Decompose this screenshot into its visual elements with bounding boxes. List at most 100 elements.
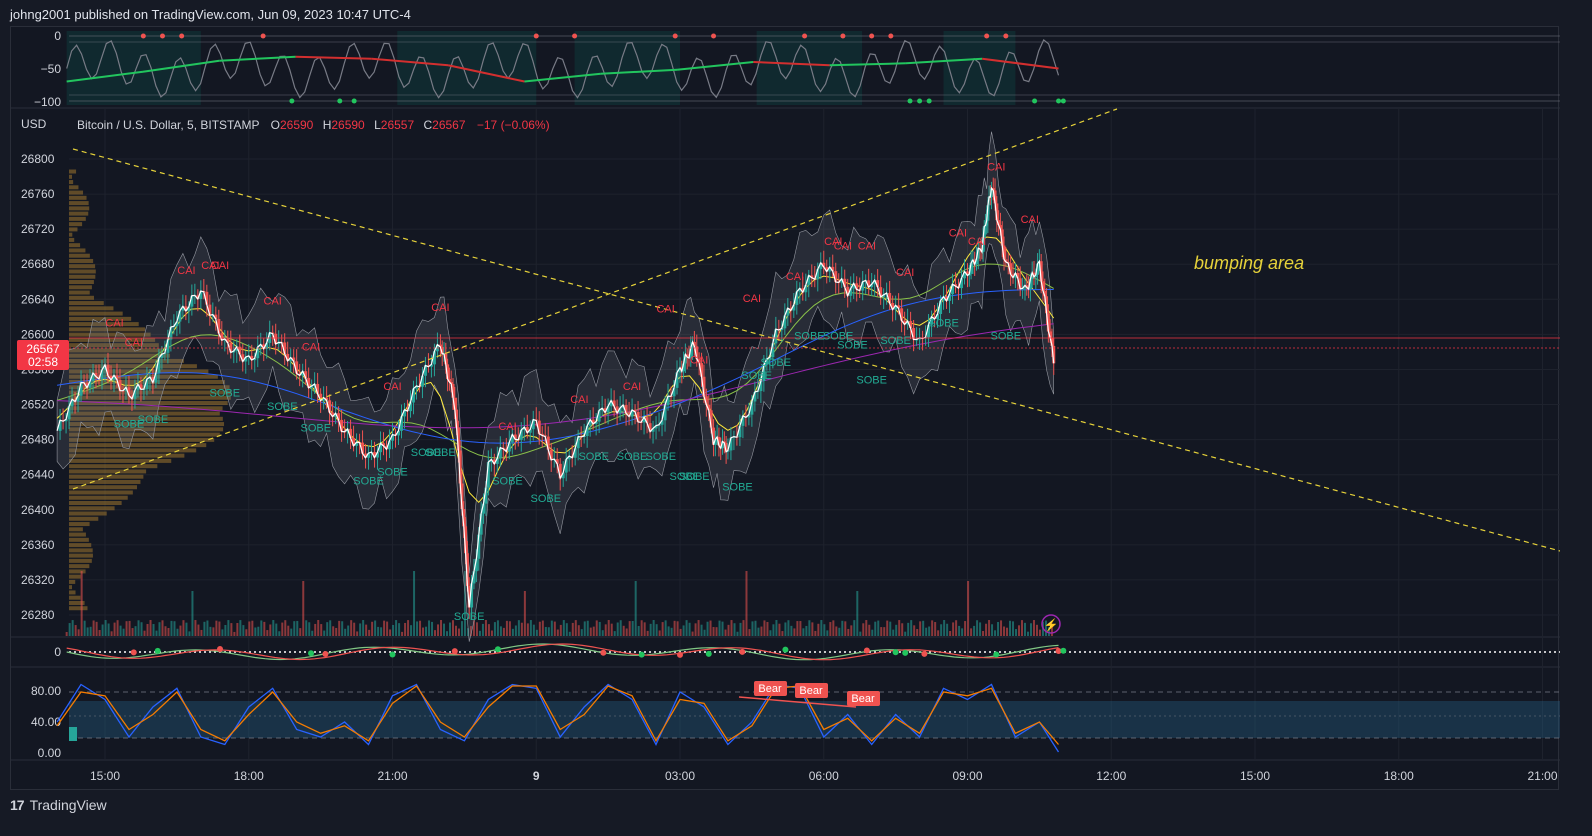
volume-bar: [74, 625, 77, 636]
osc-bottom-dot: [917, 98, 923, 104]
volume-profile-bar: [69, 495, 128, 500]
volume-bar: [715, 627, 718, 636]
volume-bar: [266, 630, 269, 636]
macd-cross-dot: [600, 649, 607, 656]
volume-bar: [835, 626, 838, 636]
volume-bar: [230, 623, 233, 636]
volume-bar: [928, 626, 931, 636]
volume-bar: [568, 631, 571, 636]
price-y-axis[interactable]: 2680026760267202668026640266002656026520…: [21, 152, 55, 622]
time-tick-label: 06:00: [809, 769, 839, 783]
volume-bar: [499, 626, 502, 636]
volume-bar: [1003, 626, 1006, 636]
volume-bar: [589, 627, 592, 636]
volume-bar: [982, 631, 985, 636]
volume-bar: [910, 620, 913, 636]
osc-top-dot: [533, 33, 539, 39]
volume-bar: [865, 620, 868, 636]
volume-bar: [431, 621, 434, 636]
osc-top-dot: [840, 33, 846, 39]
volume-bar: [209, 626, 212, 636]
macd-panel: 0: [54, 643, 1560, 661]
volume-profile-bar: [69, 269, 96, 274]
volume-bar: [598, 621, 601, 636]
volume-profile-bar: [69, 537, 89, 542]
volume-profile-bar: [69, 211, 89, 216]
cai-label: CAI: [125, 337, 143, 349]
volume-profile-bar: [69, 469, 147, 474]
cai-label: CAI: [211, 260, 229, 272]
volume-bar: [164, 626, 167, 636]
volume-bar: [592, 626, 595, 636]
volume-bar: [847, 628, 850, 636]
ohlc-h-label: H: [323, 118, 332, 132]
legend-line: Bitcoin / U.S. Dollar, 5, BITSTAMP O2659…: [77, 118, 550, 132]
volume-bar: [760, 626, 763, 636]
osc-top-dot: [888, 33, 894, 39]
volume-bar: [317, 620, 320, 636]
volume-bar: [781, 631, 784, 636]
macd-cross-dot: [921, 650, 928, 657]
tradingview-logo-icon: 17: [10, 797, 25, 813]
volume-bar: [628, 621, 631, 636]
price-tick-label: 26280: [21, 608, 55, 622]
ohlc-l: 26557: [381, 118, 415, 132]
time-tick-label: 12:00: [1096, 769, 1126, 783]
sobe-label: SOBE: [761, 357, 792, 369]
chart-svg[interactable]: 0 −50 −100 26800 26760 26720 26680 26640 2660…: [11, 27, 1560, 791]
volume-bar: [1015, 629, 1018, 636]
volume-profile-bar: [69, 274, 96, 279]
chart-frame[interactable]: 0 −50 −100 26800 26760 26720 26680 26640 2660…: [10, 26, 1560, 791]
volume-bar: [185, 622, 188, 636]
volume-bar: [1038, 629, 1041, 636]
stoch-tick-1: 40.00: [31, 715, 61, 729]
volume-bar: [416, 621, 419, 636]
volume-bar: [940, 624, 943, 636]
volume-bar: [877, 620, 880, 636]
volume-profile-bar: [69, 522, 90, 527]
volume-bar: [278, 631, 281, 636]
volume-bar: [772, 624, 775, 636]
volume-bar: [799, 621, 802, 636]
volume-bar: [460, 621, 463, 636]
volume-bar: [871, 629, 874, 636]
volume-bar: [697, 620, 700, 636]
volume-bar: [625, 628, 628, 636]
sobe-label: SOBE: [856, 374, 887, 386]
volume-bar: [344, 628, 347, 636]
macd-cross-dot: [217, 646, 223, 653]
volume-bar: [407, 620, 410, 636]
osc-bottom-dot: [926, 98, 932, 104]
volume-bar: [1024, 622, 1026, 636]
volume-bar: [428, 620, 431, 636]
volume-bar: [260, 620, 263, 636]
volume-bar: [188, 631, 191, 636]
volume-bar: [454, 625, 457, 636]
volume-bar: [616, 622, 619, 636]
volume-profile-bar: [69, 606, 88, 611]
volume-bar: [652, 620, 655, 636]
volume-bar: [478, 630, 481, 636]
volume-profile-bar: [69, 432, 220, 437]
volume-bar: [943, 620, 946, 636]
volume-bar: [131, 628, 134, 636]
volume-bar: [419, 620, 422, 636]
volume-bar: [757, 627, 760, 636]
volume-profile-bar: [69, 237, 75, 242]
volume-bar: [392, 624, 395, 636]
time-axis[interactable]: 15:00 18:00 21:00 9 03:00 06:00 09:00 12:00 15:0…: [90, 769, 1558, 783]
volume-bar: [550, 620, 553, 636]
volume-bar: [934, 622, 937, 636]
price-panel[interactable]: 2680026760267202668026640266002656026520…: [17, 108, 1560, 760]
volume-profile-bar: [69, 485, 138, 490]
cai-label: CAI: [623, 381, 641, 393]
symbol-legend[interactable]: Bitcoin / U.S. Dollar, 5, BITSTAMP O2659…: [77, 118, 550, 132]
sobe-label: SOBE: [492, 475, 523, 487]
volume-bar: [577, 625, 580, 636]
volume-bar: [802, 628, 805, 636]
cai-label: CAI: [656, 304, 674, 316]
volume-profile-bar: [69, 574, 81, 579]
volume-bar: [1032, 620, 1035, 636]
volume-bar: [622, 625, 625, 636]
volume-bar: [682, 625, 685, 636]
